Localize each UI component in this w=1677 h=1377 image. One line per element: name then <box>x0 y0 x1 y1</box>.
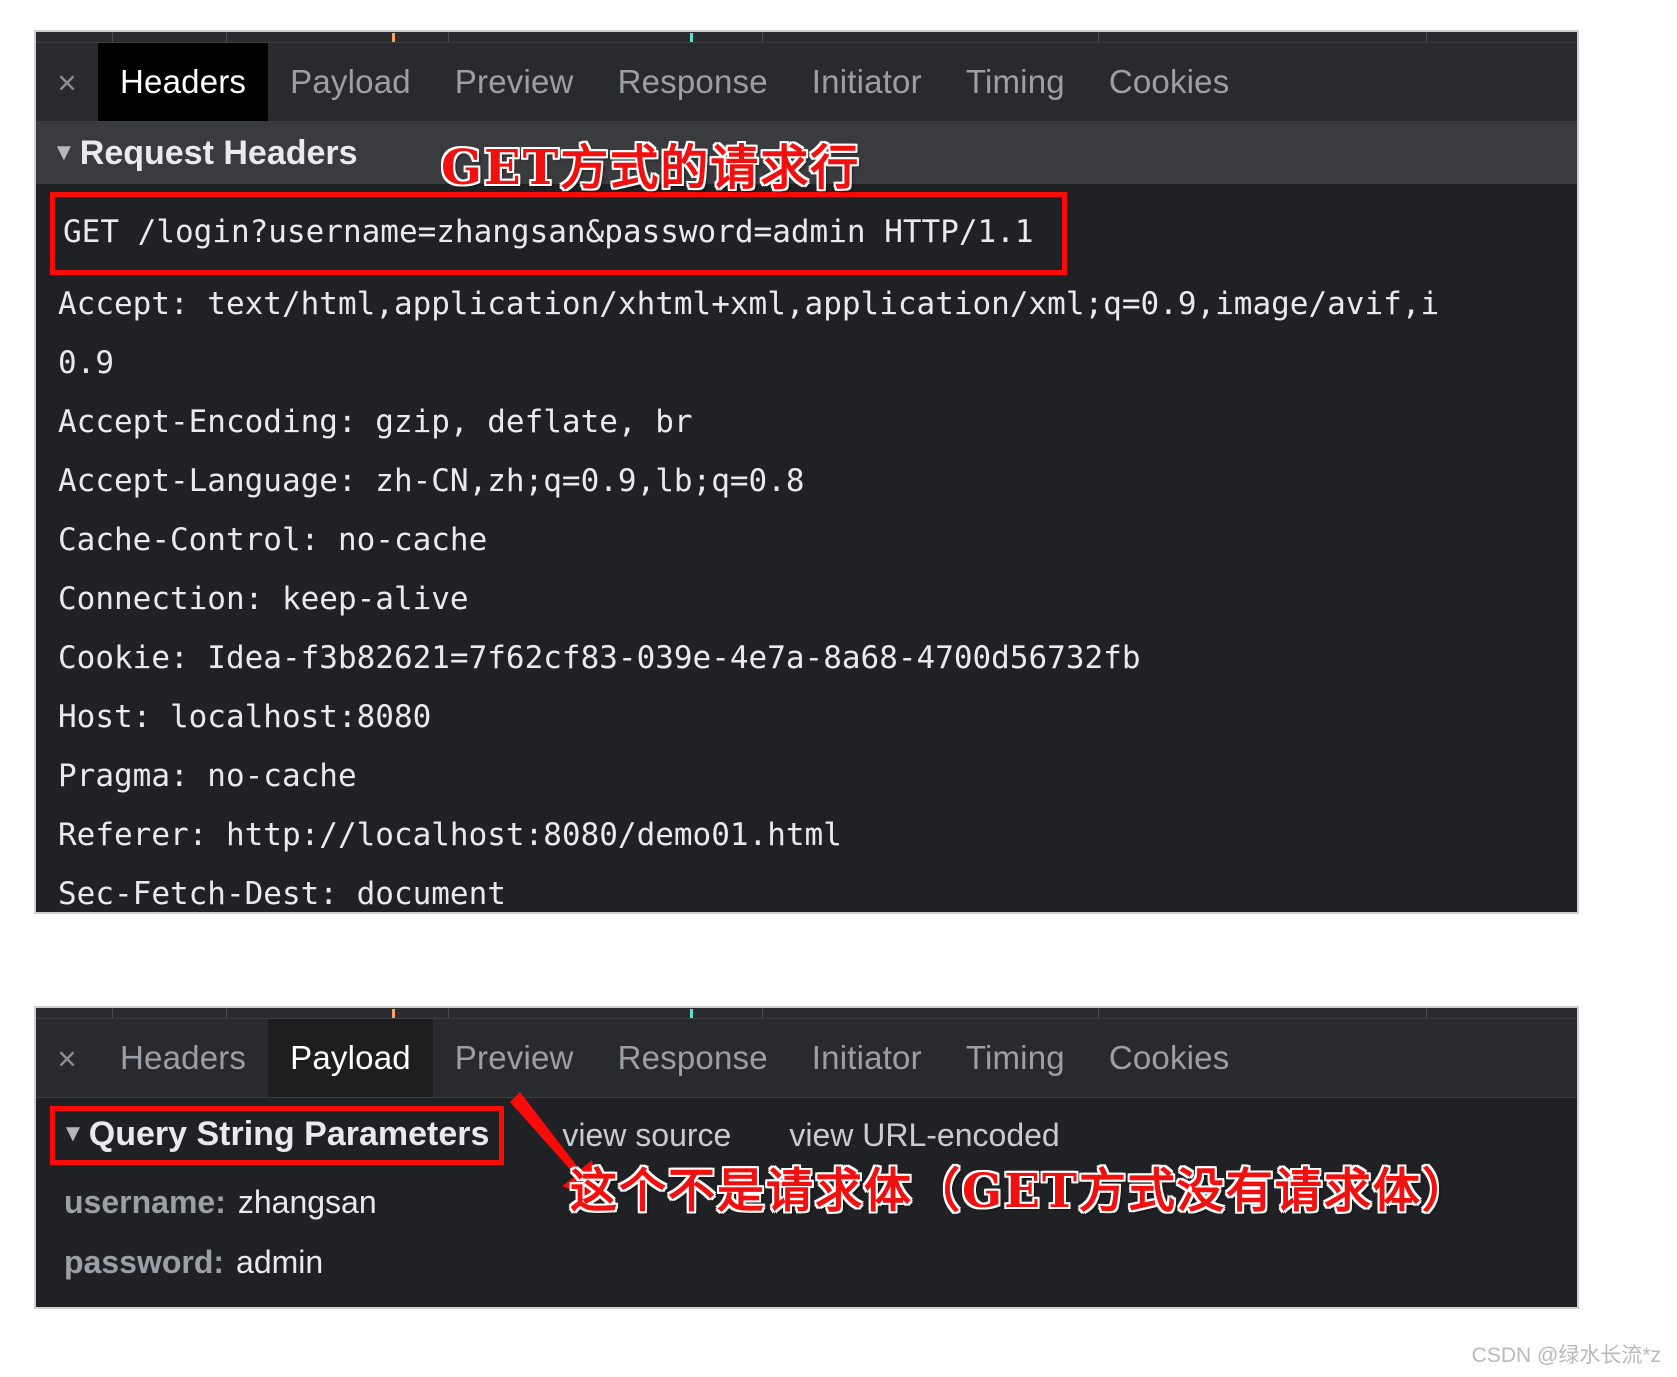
overview-divider <box>448 1008 449 1018</box>
csdn-watermark: CSDN @绿水长流*z <box>1471 1344 1661 1367</box>
chevron-down-icon[interactable]: ▼ <box>52 141 76 165</box>
header-line-accept: Accept: text/html,application/xhtml+xml,… <box>58 286 1440 322</box>
overview-divider <box>112 1008 113 1018</box>
header-line-cookie: Cookie: Idea-f3b82621=7f62cf83-039e-4e7a… <box>58 640 1141 676</box>
request-headers-title: Request Headers <box>79 133 358 172</box>
tab-preview[interactable]: Preview <box>433 1019 596 1097</box>
header-line-sec-fetch-dest: Sec-Fetch-Dest: document <box>58 876 506 912</box>
overview-divider <box>762 32 763 42</box>
chevron-down-icon[interactable]: ▼ <box>61 1122 85 1146</box>
param-value: admin <box>236 1244 324 1280</box>
tab-payload[interactable]: Payload <box>268 43 433 121</box>
header-line-accept-cont: 0.9 <box>58 345 114 381</box>
header-line-cache-control: Cache-Control: no-cache <box>58 522 488 558</box>
param-value: zhangsan <box>237 1184 377 1220</box>
header-line-accept-encoding: Accept-Encoding: gzip, deflate, br <box>58 404 693 440</box>
top-panel-tabbar: × Headers Payload Preview Response Initi… <box>36 43 1577 122</box>
header-line-connection: Connection: keep-alive <box>58 581 469 617</box>
close-icon[interactable]: × <box>36 1019 98 1097</box>
overview-tick-cyan <box>690 33 693 42</box>
overview-divider <box>448 32 449 42</box>
tab-headers[interactable]: Headers <box>98 43 269 121</box>
header-line-host: Host: localhost:8080 <box>58 699 432 735</box>
request-headers-list: GET /login?username=zhangsan&password=ad… <box>36 184 1577 912</box>
overview-divider <box>1426 1008 1427 1018</box>
network-overview-strip[interactable] <box>36 32 1577 43</box>
header-line-accept-language: Accept-Language: zh-CN,zh;q=0.9,lb;q=0.8 <box>58 463 805 499</box>
tab-response[interactable]: Response <box>596 43 790 121</box>
header-line-pragma: Pragma: no-cache <box>58 758 357 794</box>
overview-divider <box>226 32 227 42</box>
network-overview-strip[interactable] <box>36 1008 1577 1019</box>
tab-timing[interactable]: Timing <box>944 1019 1087 1097</box>
tab-response[interactable]: Response <box>596 1019 790 1097</box>
annotation-not-request-body: 这个不是请求体（GET方式没有请求体） <box>570 1164 1471 1219</box>
param-key: username: <box>64 1184 226 1220</box>
tab-cookies[interactable]: Cookies <box>1087 43 1252 121</box>
view-source-link[interactable]: view source <box>562 1117 731 1154</box>
overview-divider <box>1098 32 1099 42</box>
overview-divider <box>1426 32 1427 42</box>
overview-divider <box>762 1008 763 1018</box>
overview-tick-orange <box>392 33 395 42</box>
overview-divider <box>226 1008 227 1018</box>
tab-cookies[interactable]: Cookies <box>1087 1019 1252 1097</box>
annotation-get-request-line: GET方式的请求行 <box>441 140 861 196</box>
tab-headers[interactable]: Headers <box>98 1019 268 1097</box>
tab-initiator[interactable]: Initiator <box>790 1019 944 1097</box>
tab-payload[interactable]: Payload <box>268 1019 433 1097</box>
param-row-password[interactable]: password: admin <box>36 1232 1577 1292</box>
overview-tick-orange <box>392 1009 395 1018</box>
tab-timing[interactable]: Timing <box>944 43 1087 121</box>
overview-divider <box>112 32 113 42</box>
param-key: password: <box>64 1244 225 1280</box>
overview-divider <box>1098 1008 1099 1018</box>
view-url-encoded-link[interactable]: view URL-encoded <box>789 1117 1059 1154</box>
overview-tick-cyan <box>690 1009 693 1018</box>
close-icon[interactable]: × <box>36 43 98 121</box>
header-line-referer: Referer: http://localhost:8080/demo01.ht… <box>58 817 842 853</box>
tab-preview[interactable]: Preview <box>433 43 596 121</box>
tab-initiator[interactable]: Initiator <box>790 43 944 121</box>
request-line-highlight-box: GET /login?username=zhangsan&password=ad… <box>50 192 1067 275</box>
query-string-title: Query String Parameters <box>88 1114 490 1153</box>
request-line: GET /login?username=zhangsan&password=ad… <box>63 214 1034 250</box>
bottom-panel-tabbar: × Headers Payload Preview Response Initi… <box>36 1019 1577 1098</box>
query-string-highlight-box: ▼ Query String Parameters <box>50 1105 505 1165</box>
